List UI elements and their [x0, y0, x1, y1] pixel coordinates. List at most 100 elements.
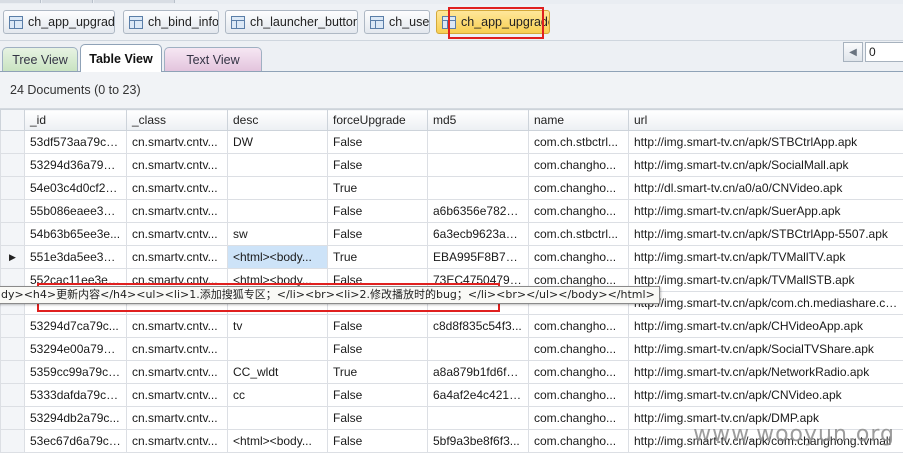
collection-tab[interactable]: ch_launcher_button [225, 10, 358, 34]
table-cell[interactable]: 55b086eaee3e9... [25, 200, 127, 223]
table-cell[interactable]: http://img.smart-tv.cn/apk/com.ch.medias… [629, 292, 903, 315]
table-cell[interactable]: com.ch.stbctrl... [529, 131, 629, 154]
table-cell[interactable]: cc [228, 384, 328, 407]
table-cell[interactable]: com.changho... [529, 361, 629, 384]
row-indicator[interactable] [1, 177, 25, 200]
table-cell[interactable]: DW [228, 131, 328, 154]
table-cell[interactable]: http://img.smart-tv.cn/apk/STBCtrlApp-55… [629, 223, 903, 246]
table-cell[interactable]: cn.smartv.cntv... [127, 200, 228, 223]
table-cell[interactable]: 53294db2a79c... [25, 407, 127, 430]
table-cell[interactable] [228, 154, 328, 177]
table-cell[interactable]: com.ch.stbctrl... [529, 223, 629, 246]
table-cell[interactable]: True [328, 246, 428, 269]
row-indicator[interactable] [1, 361, 25, 384]
table-cell[interactable]: cn.smartv.cntv... [127, 338, 228, 361]
table-cell[interactable]: False [328, 200, 428, 223]
table-cell[interactable]: a6b6356e782b... [428, 200, 529, 223]
table-row[interactable]: 5333dafda79c1...cn.smartv.cntv...ccFalse… [1, 384, 903, 407]
table-cell[interactable]: False [328, 384, 428, 407]
table-cell[interactable] [228, 177, 328, 200]
table-cell[interactable]: cn.smartv.cntv... [127, 131, 228, 154]
table-cell[interactable]: EBA995F8B7FA... [428, 246, 529, 269]
table-cell[interactable]: com.changho... [529, 407, 629, 430]
table-cell[interactable]: 6a3ecb9623a62... [428, 223, 529, 246]
table-cell[interactable]: cn.smartv.cntv... [127, 407, 228, 430]
table-cell[interactable]: cn.smartv.cntv... [127, 430, 228, 453]
table-cell[interactable]: cn.smartv.cntv... [127, 223, 228, 246]
table-cell[interactable]: False [328, 430, 428, 453]
collection-tab[interactable]: ch_bind_info [123, 10, 219, 34]
table-cell[interactable] [428, 154, 529, 177]
table-cell[interactable]: False [328, 338, 428, 361]
current-row-indicator[interactable]: ▶ [1, 246, 25, 269]
table-cell[interactable]: com.changho... [529, 246, 629, 269]
tab-table-view[interactable]: Table View [80, 44, 162, 72]
table-cell[interactable]: c8d8f835c54f3... [428, 315, 529, 338]
page-input[interactable]: 0 [865, 42, 903, 62]
row-indicator[interactable] [1, 200, 25, 223]
row-indicator[interactable] [1, 131, 25, 154]
table-cell[interactable] [428, 407, 529, 430]
table-cell[interactable]: 53294e00a79c9... [25, 338, 127, 361]
column-header-md5[interactable]: md5 [428, 110, 529, 131]
row-indicator[interactable] [1, 315, 25, 338]
table-cell[interactable]: 5333dafda79c1... [25, 384, 127, 407]
table-cell[interactable] [428, 131, 529, 154]
table-cell[interactable]: http://img.smart-tv.cn/apk/CNVideo.apk [629, 384, 903, 407]
table-row[interactable]: ▶551e3da5ee3ef...cn.smartv.cntv...<html>… [1, 246, 903, 269]
table-cell[interactable]: False [328, 407, 428, 430]
table-row[interactable]: 54e03c4d0cf2a...cn.smartv.cntv...Truecom… [1, 177, 903, 200]
table-cell[interactable]: 6a4af2e4c421d... [428, 384, 529, 407]
table-cell[interactable]: False [328, 315, 428, 338]
table-cell[interactable]: 53df573aa79c7... [25, 131, 127, 154]
table-row[interactable]: 54b63b65ee3e...cn.smartv.cntv...swFalse6… [1, 223, 903, 246]
table-cell[interactable]: http://img.smart-tv.cn/apk/CHVideoApp.ap… [629, 315, 903, 338]
row-indicator[interactable] [1, 154, 25, 177]
column-header-id[interactable]: _id [25, 110, 127, 131]
table-row[interactable]: 53294d7ca79c...cn.smartv.cntv...tvFalsec… [1, 315, 903, 338]
collection-tab[interactable]: ch_user [364, 10, 430, 34]
column-header-class[interactable]: _class [127, 110, 228, 131]
collection-tab[interactable]: ch_app_upgrade [3, 10, 115, 34]
table-cell[interactable] [228, 338, 328, 361]
table-cell[interactable]: 53ec67d6a79c4... [25, 430, 127, 453]
tab-text-view[interactable]: Text View [164, 47, 262, 71]
table-cell[interactable]: 53294d36a79c5... [25, 154, 127, 177]
table-cell[interactable]: tv [228, 315, 328, 338]
table-cell[interactable]: http://img.smart-tv.cn/apk/NetworkRadio.… [629, 361, 903, 384]
table-cell[interactable]: sw [228, 223, 328, 246]
table-row[interactable]: 53294e00a79c9...cn.smartv.cntv...Falseco… [1, 338, 903, 361]
table-cell[interactable]: http://img.smart-tv.cn/apk/SocialMall.ap… [629, 154, 903, 177]
table-cell[interactable]: com.changho... [529, 200, 629, 223]
chevron-left-icon[interactable]: ◀ [843, 42, 863, 62]
table-cell[interactable]: http://img.smart-tv.cn/apk/TVMallSTB.apk [629, 269, 903, 292]
table-cell[interactable]: a8a879b1fd6f3... [428, 361, 529, 384]
table-cell[interactable]: False [328, 131, 428, 154]
table-cell[interactable]: <html><body... [228, 430, 328, 453]
table-cell[interactable] [228, 200, 328, 223]
table-cell[interactable]: http://img.smart-tv.cn/apk/TVMallTV.apk [629, 246, 903, 269]
table-cell[interactable] [428, 338, 529, 361]
table-cell[interactable]: 5359cc99a79c5... [25, 361, 127, 384]
table-row[interactable]: 53294d36a79c5...cn.smartv.cntv...Falseco… [1, 154, 903, 177]
collection-tab-active[interactable]: ch_app_upgrade [436, 10, 550, 34]
table-cell[interactable]: False [328, 223, 428, 246]
table-cell[interactable]: False [328, 154, 428, 177]
row-indicator[interactable] [1, 338, 25, 361]
table-cell[interactable]: com.changho... [529, 315, 629, 338]
table-cell[interactable]: 53294d7ca79c... [25, 315, 127, 338]
table-cell[interactable]: cn.smartv.cntv... [127, 384, 228, 407]
table-cell[interactable]: http://img.smart-tv.cn/apk/STBCtrlApp.ap… [629, 131, 903, 154]
table-row[interactable]: 53df573aa79c7...cn.smartv.cntv...DWFalse… [1, 131, 903, 154]
table-cell[interactable]: CC_wldt [228, 361, 328, 384]
column-header-name[interactable]: name [529, 110, 629, 131]
table-cell[interactable]: True [328, 177, 428, 200]
table-cell[interactable] [428, 177, 529, 200]
table-cell[interactable]: 54e03c4d0cf2a... [25, 177, 127, 200]
tab-tree-view[interactable]: Tree View [2, 47, 78, 71]
column-header-forceupgrade[interactable]: forceUpgrade [328, 110, 428, 131]
table-cell[interactable]: cn.smartv.cntv... [127, 361, 228, 384]
table-cell[interactable]: 5bf9a3be8f6f3... [428, 430, 529, 453]
table-cell[interactable]: com.changho... [529, 384, 629, 407]
table-cell[interactable]: http://dl.smart-tv.cn/a0/a0/CNVideo.apk [629, 177, 903, 200]
